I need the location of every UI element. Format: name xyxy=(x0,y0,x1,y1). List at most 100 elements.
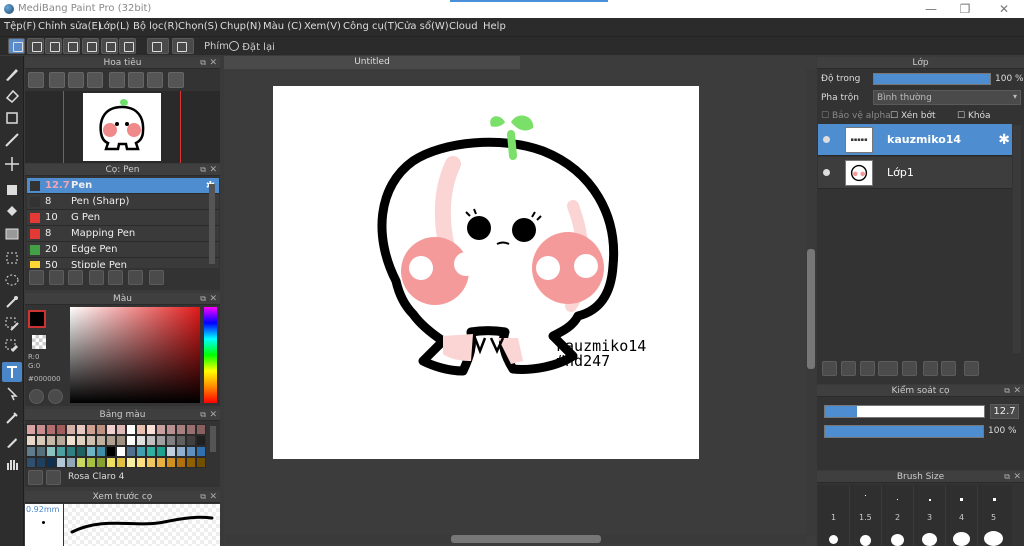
operation-tool-icon[interactable] xyxy=(2,384,22,404)
menu-view[interactable]: Xem(V) xyxy=(304,21,341,32)
document-tab[interactable]: Untitled xyxy=(224,56,520,69)
palette-swatch[interactable] xyxy=(46,457,56,468)
palette-swatch[interactable] xyxy=(116,424,126,435)
drawing-canvas[interactable]: kauzmiko14 #hd247 xyxy=(273,86,699,459)
rotate-left-icon[interactable] xyxy=(109,72,125,88)
brush-size-cell[interactable]: 3 xyxy=(914,485,946,546)
rectangle-tool-icon[interactable] xyxy=(2,108,22,128)
menu-select[interactable]: Chọn(S) xyxy=(178,21,218,32)
palette-swatch[interactable] xyxy=(86,446,96,457)
new-layer-1bit-icon[interactable] xyxy=(860,361,875,376)
hue-slider[interactable] xyxy=(204,307,217,403)
add-layer-menu-icon[interactable] xyxy=(878,361,898,376)
menu-cloud[interactable]: Cloud xyxy=(449,21,478,32)
palette-swatch[interactable] xyxy=(186,446,196,457)
brush-size-cell[interactable]: 1 xyxy=(818,485,850,546)
palette-swatch[interactable] xyxy=(96,446,106,457)
trash-icon[interactable] xyxy=(149,270,164,285)
brush-item-stipple-pen[interactable]: 50 Stipple Pen xyxy=(27,258,219,268)
select-pen-icon[interactable] xyxy=(2,314,22,334)
cloud-icon[interactable] xyxy=(8,38,25,54)
select-tool-icon[interactable] xyxy=(2,248,22,268)
clipping-checkbox[interactable]: ☐ Xén bớt xyxy=(890,111,936,121)
brush-size-cell[interactable]: 4 xyxy=(946,485,978,546)
brush-item-pen-sharp[interactable]: 8 Pen (Sharp) xyxy=(27,194,219,210)
palette-swatch[interactable] xyxy=(136,446,146,457)
pin-icon[interactable]: ⧉ xyxy=(200,57,206,69)
palette-swatch[interactable] xyxy=(66,424,76,435)
rotate-reset-icon[interactable] xyxy=(128,72,144,88)
navigator-viewport[interactable] xyxy=(25,91,220,163)
close-icon[interactable]: ✕ xyxy=(209,409,217,421)
close-icon[interactable]: ✕ xyxy=(209,57,217,69)
bucket-tool-icon[interactable] xyxy=(2,202,22,222)
layer-opacity-slider[interactable] xyxy=(873,73,991,85)
menu-snap[interactable]: Chụp(N) xyxy=(220,21,261,32)
zoom-out-icon[interactable] xyxy=(49,72,65,88)
brush-item-g-pen[interactable]: 10 G Pen xyxy=(27,210,219,226)
lock-checkbox[interactable]: ☐ Khóa xyxy=(957,111,991,121)
menu-layer[interactable]: Lớp(L) xyxy=(98,21,129,32)
message-icon[interactable] xyxy=(63,38,80,54)
palette-swatch[interactable] xyxy=(36,446,46,457)
duplicate-layer-icon[interactable] xyxy=(923,361,938,376)
gradient-tool-icon[interactable] xyxy=(2,224,22,244)
layer-item-kauzmiko14[interactable]: ▪▪▪▪▪ kauzmiko14 ✱ xyxy=(818,124,1012,156)
hand-tool-icon[interactable] xyxy=(2,454,22,474)
palette-swatch[interactable] xyxy=(196,424,206,435)
rotate-right-icon[interactable] xyxy=(147,72,163,88)
palette-swatch[interactable] xyxy=(176,435,186,446)
menu-filter[interactable]: Bộ lọc(R) xyxy=(133,21,178,32)
menu-help[interactable]: Help xyxy=(483,21,506,32)
palette-swatch[interactable] xyxy=(156,435,166,446)
zoom-in-icon[interactable] xyxy=(28,72,44,88)
palette-swatch[interactable] xyxy=(136,424,146,435)
palette-swatch[interactable] xyxy=(56,457,66,468)
palette-swatch[interactable] xyxy=(106,457,116,468)
close-icon[interactable]: ✕ xyxy=(1013,385,1021,397)
palette-swatch[interactable] xyxy=(176,457,186,468)
palette-swatch[interactable] xyxy=(146,424,156,435)
trash-icon[interactable] xyxy=(46,470,61,485)
blend-mode-select[interactable]: Bình thường ▾ xyxy=(873,90,1021,105)
close-icon[interactable]: ✕ xyxy=(1013,471,1021,483)
brush-tool-icon[interactable] xyxy=(2,64,22,84)
share-icon[interactable] xyxy=(27,38,44,54)
visibility-icon[interactable] xyxy=(823,136,830,143)
pin-icon[interactable]: ⧉ xyxy=(200,409,206,421)
maximize-button[interactable]: ❐ xyxy=(950,2,980,16)
palette-wheel-icon[interactable] xyxy=(29,389,44,404)
menu-edit[interactable]: Chỉnh sửa(E) xyxy=(38,21,102,32)
copy-icon[interactable] xyxy=(128,270,143,285)
lasso-tool-icon[interactable] xyxy=(2,270,22,290)
redo-icon[interactable] xyxy=(172,38,194,54)
saturation-value-picker[interactable] xyxy=(70,307,200,403)
vertical-scroll-thumb[interactable] xyxy=(807,249,815,369)
palette-swatch[interactable] xyxy=(156,424,166,435)
brush-size-cell[interactable]: 5 xyxy=(978,485,1012,546)
palette-swatch[interactable] xyxy=(96,435,106,446)
menu-color[interactable]: Màu (C) xyxy=(263,21,302,32)
palette-swatch[interactable] xyxy=(66,457,76,468)
fit-icon[interactable] xyxy=(68,72,84,88)
palette-swatch[interactable] xyxy=(56,424,66,435)
move-tool-icon[interactable] xyxy=(2,154,22,174)
fill-tool-icon[interactable] xyxy=(2,180,22,200)
palette-swatch[interactable] xyxy=(66,446,76,457)
palette-swatch[interactable] xyxy=(186,435,196,446)
flip-icon[interactable] xyxy=(168,72,184,88)
palette-swatch[interactable] xyxy=(76,457,86,468)
palette-swatch[interactable] xyxy=(76,446,86,457)
palette-swatch[interactable] xyxy=(116,435,126,446)
brush-opacity-slider[interactable] xyxy=(824,425,984,438)
close-icon[interactable]: ✕ xyxy=(209,293,217,305)
pin-icon[interactable]: ⧉ xyxy=(200,293,206,305)
brush-menu-icon[interactable] xyxy=(68,270,83,285)
minimize-button[interactable]: — xyxy=(916,2,946,16)
palette-swatch[interactable] xyxy=(176,446,186,457)
palette-swatch[interactable] xyxy=(86,457,96,468)
palette-swatch[interactable] xyxy=(76,435,86,446)
layer-list-scrollbar[interactable] xyxy=(1013,125,1021,353)
visibility-icon[interactable] xyxy=(823,169,830,176)
palette-swatch[interactable] xyxy=(166,435,176,446)
